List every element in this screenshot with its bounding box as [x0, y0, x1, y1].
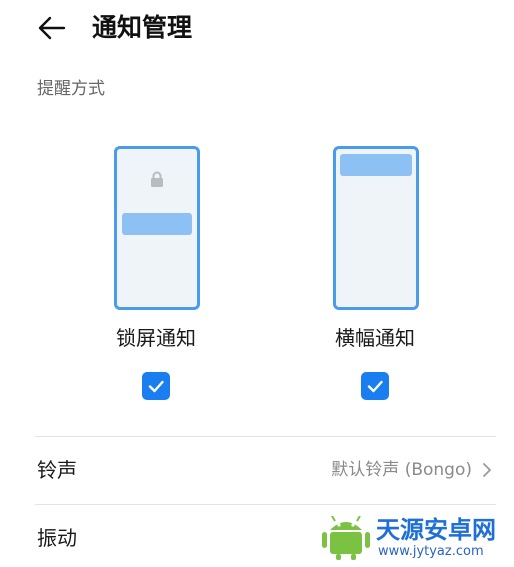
android-logo-icon [322, 516, 370, 560]
ringtone-label: 铃声 [37, 458, 77, 482]
banner-notification-checkbox[interactable] [361, 372, 389, 400]
title-bar: 通知管理 [0, 0, 514, 58]
watermark-url: www.jytyaz.com [378, 544, 484, 559]
notification-bar [122, 213, 192, 235]
chevron-right-icon [483, 463, 491, 477]
vibration-label: 振动 [37, 526, 77, 550]
lock-screen-notification-checkbox[interactable] [142, 372, 170, 400]
watermark: 天源安卓网 www.jytyaz.com [322, 514, 508, 564]
section-label-reminder-mode: 提醒方式 [37, 79, 105, 99]
watermark-title: 天源安卓网 [376, 516, 496, 544]
banner-notification-option[interactable]: 横幅通知 [290, 146, 460, 406]
back-arrow-icon[interactable] [34, 10, 70, 46]
lock-icon [151, 171, 163, 187]
ringtone-row[interactable]: 铃声 默认铃声 (Bongo) [0, 437, 514, 503]
lock-screen-notification-option[interactable]: 锁屏通知 [71, 146, 241, 406]
banner-bar [340, 154, 412, 176]
banner-notification-label: 横幅通知 [335, 326, 415, 350]
page-title: 通知管理 [92, 13, 193, 42]
lock-screen-notification-label: 锁屏通知 [116, 326, 196, 350]
lock-screen-preview [114, 146, 200, 310]
banner-preview [333, 146, 419, 310]
ringtone-value: 默认铃声 (Bongo) [331, 460, 472, 480]
